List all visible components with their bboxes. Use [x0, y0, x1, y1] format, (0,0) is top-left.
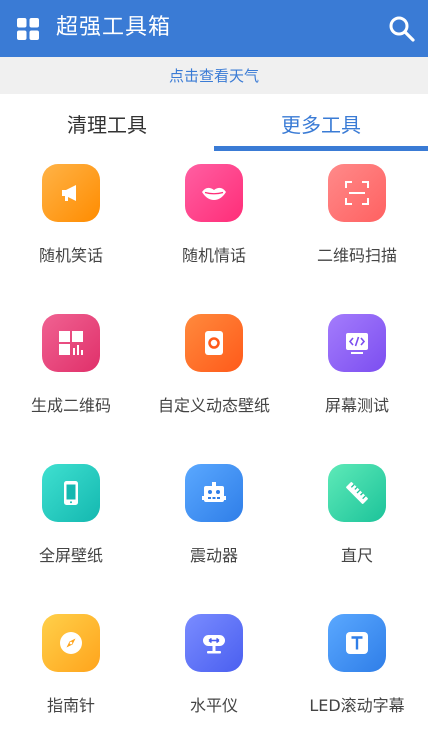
- scan-frame-icon: [328, 164, 386, 222]
- wallpaper-icon: [185, 314, 243, 372]
- tool-grid: 随机笑话 随机情话 二维码扫描 生成二维码 自定义动态壁纸 屏幕测试 全屏壁纸 …: [0, 152, 428, 738]
- tool-label: 二维码扫描: [316, 246, 397, 265]
- tool-label: 水平仪: [189, 696, 238, 715]
- tool-generate-qr[interactable]: 生成二维码: [0, 302, 142, 422]
- tool-ruler[interactable]: 直尺: [286, 452, 428, 572]
- tool-label: 直尺: [340, 546, 373, 565]
- qr-generate-icon: [42, 314, 100, 372]
- weather-link[interactable]: 点击查看天气: [0, 57, 428, 94]
- tool-label: 屏幕测试: [324, 396, 389, 415]
- tool-screen-test[interactable]: 屏幕测试: [286, 302, 428, 422]
- robot-icon: [185, 464, 243, 522]
- app-title: 超强工具箱: [56, 15, 172, 40]
- tool-label: 震动器: [189, 546, 238, 565]
- tool-led-scroll-text[interactable]: LED滚动字幕: [286, 602, 428, 722]
- lips-icon: [185, 164, 243, 222]
- app-bar: 超强工具箱: [0, 0, 428, 57]
- tool-label: 生成二维码: [30, 396, 111, 415]
- tool-random-joke[interactable]: 随机笑话: [0, 152, 142, 272]
- tool-vibrator[interactable]: 震动器: [143, 452, 285, 572]
- grid-menu-icon[interactable]: [17, 18, 39, 40]
- level-icon: [185, 614, 243, 672]
- tool-label: 全屏壁纸: [38, 546, 103, 565]
- tab-cleanup-tools[interactable]: 清理工具: [0, 94, 214, 152]
- search-icon[interactable]: [388, 15, 416, 43]
- tool-label: 指南针: [46, 696, 95, 715]
- tool-random-love-words[interactable]: 随机情话: [143, 152, 285, 272]
- megaphone-icon: [42, 164, 100, 222]
- tool-custom-live-wallpaper[interactable]: 自定义动态壁纸: [143, 302, 285, 422]
- tool-level[interactable]: 水平仪: [143, 602, 285, 722]
- text-t-icon: [328, 614, 386, 672]
- tab-more-tools[interactable]: 更多工具: [214, 94, 428, 152]
- compass-icon: [42, 614, 100, 672]
- tool-label: LED滚动字幕: [309, 696, 405, 715]
- phone-icon: [42, 464, 100, 522]
- tab-indicator: [214, 146, 428, 151]
- code-screen-icon: [328, 314, 386, 372]
- tool-label: 自定义动态壁纸: [157, 396, 270, 415]
- tool-compass[interactable]: 指南针: [0, 602, 142, 722]
- tab-bar: 清理工具 更多工具: [0, 94, 428, 152]
- tool-fullscreen-wallpaper[interactable]: 全屏壁纸: [0, 452, 142, 572]
- ruler-icon: [328, 464, 386, 522]
- tool-label: 随机笑话: [38, 246, 103, 265]
- tool-label: 随机情话: [181, 246, 246, 265]
- tool-qr-scan[interactable]: 二维码扫描: [286, 152, 428, 272]
